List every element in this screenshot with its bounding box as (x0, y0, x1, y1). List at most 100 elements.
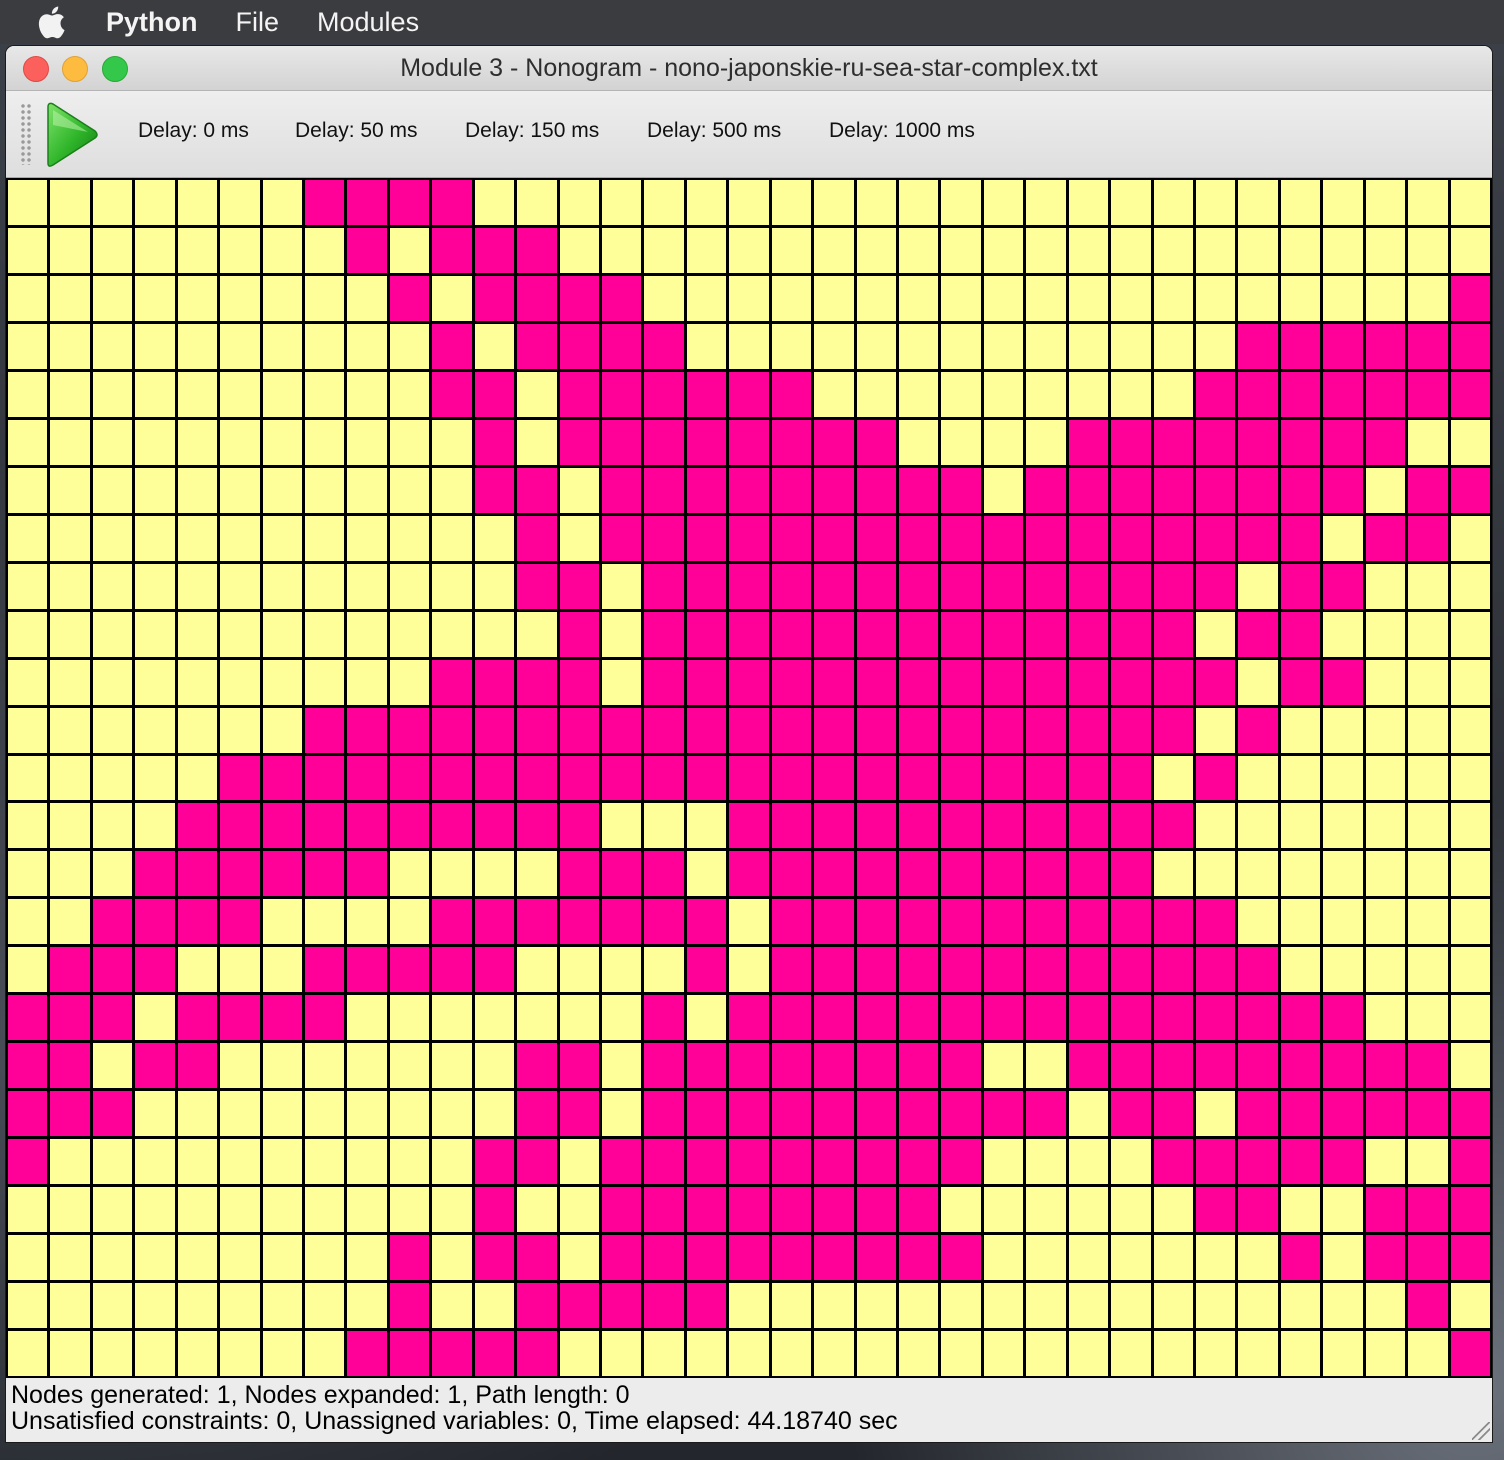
grid-cell (347, 227, 387, 273)
grid-cell (729, 611, 769, 657)
grid-cell (1111, 1187, 1151, 1233)
grid-cell (92, 371, 133, 417)
delay-1000-button[interactable]: Delay: 1000 ms (829, 119, 975, 143)
grid-cell (92, 515, 133, 561)
grid-cell (8, 371, 48, 417)
grid-cell (135, 851, 175, 897)
grid-cell (304, 563, 345, 609)
grid-cell (389, 1331, 430, 1376)
grid-cell (347, 371, 387, 417)
grid-cell (517, 707, 557, 753)
grid-cell (601, 227, 642, 273)
grid-cell (474, 563, 515, 609)
grid-cell (559, 947, 599, 993)
grid-cell (517, 947, 557, 993)
grid-cell (1365, 180, 1406, 225)
grid-cell (686, 803, 727, 849)
grid-cell (983, 947, 1024, 993)
delay-0-button[interactable]: Delay: 0 ms (138, 119, 249, 143)
grid-cell (814, 275, 854, 321)
grid-cell (1280, 899, 1321, 945)
grid-cell (1026, 371, 1066, 417)
grid-cell (135, 371, 175, 417)
menu-modules[interactable]: Modules (317, 7, 419, 38)
grid-cell (729, 851, 769, 897)
grid-cell (474, 803, 515, 849)
grid-cell (1153, 611, 1193, 657)
grid-cell (1450, 180, 1490, 225)
grid-cell (1280, 1187, 1321, 1233)
grid-cell (474, 611, 515, 657)
grid-cell (8, 1091, 48, 1137)
grid-cell (389, 1091, 430, 1137)
grid-cell (771, 995, 812, 1041)
grid-cell (262, 371, 302, 417)
grid-cell (729, 275, 769, 321)
grid-cell (729, 995, 769, 1041)
grid-cell (1026, 467, 1066, 513)
grid-cell (983, 371, 1024, 417)
grid-cell (559, 563, 599, 609)
grid-cell (474, 947, 515, 993)
grid-cell (1408, 1043, 1448, 1089)
grid-cell (1365, 995, 1406, 1041)
grid-cell (220, 707, 260, 753)
grid-cell (941, 1043, 981, 1089)
grid-cell (262, 707, 302, 753)
delay-150-button[interactable]: Delay: 150 ms (465, 119, 599, 143)
menu-file[interactable]: File (236, 7, 280, 38)
grid-cell (1068, 851, 1109, 897)
window-title: Module 3 - Nonogram - nono-japonskie-ru-… (400, 54, 1098, 82)
grid-cell (601, 180, 642, 225)
grid-cell (1323, 803, 1363, 849)
grid-cell (814, 515, 854, 561)
grid-cell (814, 851, 854, 897)
resize-grip-icon[interactable] (1472, 1422, 1490, 1440)
grid-cell (262, 467, 302, 513)
app-window: Module 3 - Nonogram - nono-japonskie-ru-… (6, 46, 1492, 1442)
menu-python[interactable]: Python (106, 7, 198, 38)
grid-cell (432, 1139, 472, 1185)
play-button[interactable] (44, 101, 100, 169)
grid-cell (1280, 707, 1321, 753)
grid-cell (601, 755, 642, 801)
grid-cell (1408, 323, 1448, 369)
delay-50-button[interactable]: Delay: 50 ms (295, 119, 418, 143)
title-bar[interactable]: Module 3 - Nonogram - nono-japonskie-ru-… (6, 46, 1492, 91)
grid-cell (898, 563, 939, 609)
toolbar-grip-icon[interactable] (20, 103, 32, 165)
grid-cell (135, 563, 175, 609)
grid-cell (814, 1235, 854, 1281)
grid-cell (983, 899, 1024, 945)
grid-cell (644, 180, 684, 225)
grid-cell (347, 659, 387, 705)
grid-cell (1026, 1043, 1066, 1089)
grid-cell (1111, 659, 1151, 705)
grid-cell (92, 1043, 133, 1089)
grid-cell (814, 803, 854, 849)
grid-cell (92, 1235, 133, 1281)
grid-cell (432, 275, 472, 321)
grid-cell (1408, 1139, 1448, 1185)
grid-cell (1365, 371, 1406, 417)
grid-cell (220, 755, 260, 801)
grid-cell (814, 755, 854, 801)
grid-cell (601, 803, 642, 849)
grid-cell (432, 995, 472, 1041)
grid-cell (601, 371, 642, 417)
grid-cell (1068, 515, 1109, 561)
grid-cell (856, 1187, 896, 1233)
apple-logo-icon[interactable] (36, 5, 80, 39)
grid-cell (814, 1331, 854, 1376)
grid-cell (8, 755, 48, 801)
grid-cell (1323, 419, 1363, 465)
grid-cell (50, 371, 90, 417)
grid-cell (8, 515, 48, 561)
grid-cell (1450, 515, 1490, 561)
grid-cell (389, 1235, 430, 1281)
grid-cell (1153, 1043, 1193, 1089)
grid-cell (1450, 851, 1490, 897)
grid-cell (1450, 611, 1490, 657)
grid-cell (135, 180, 175, 225)
delay-500-button[interactable]: Delay: 500 ms (647, 119, 781, 143)
